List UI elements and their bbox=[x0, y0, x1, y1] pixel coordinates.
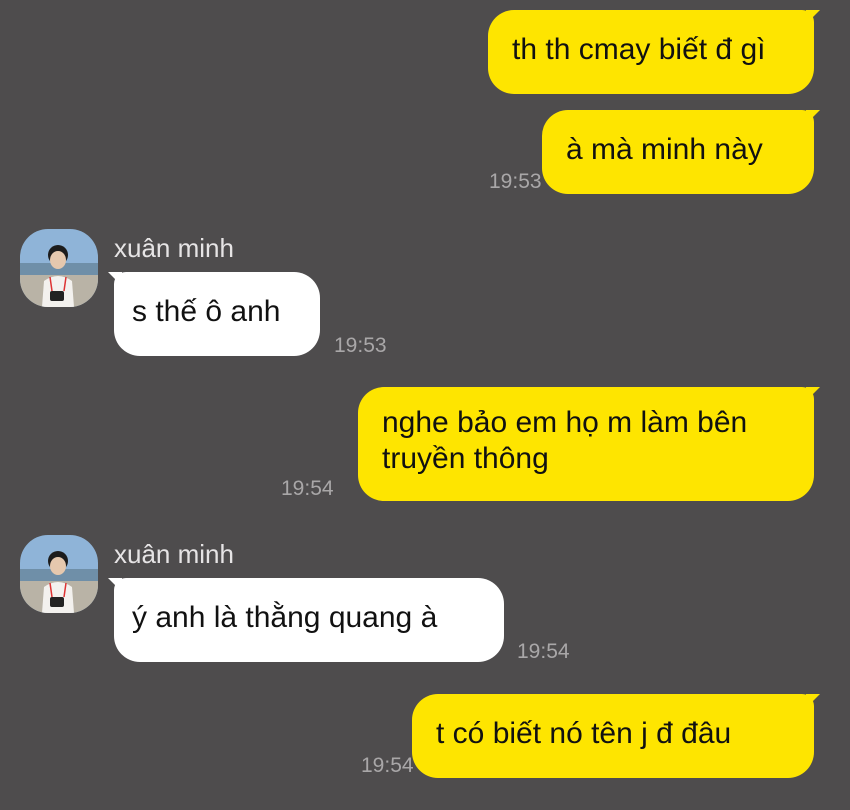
outgoing-message-bubble[interactable]: à mà minh này bbox=[542, 110, 820, 194]
outgoing-message-bubble[interactable]: nghe bảo em họ m làm bên truyền thông bbox=[358, 387, 820, 501]
bubble-tail bbox=[806, 387, 820, 401]
message-text: th th cmay biết đ gì bbox=[512, 33, 766, 66]
message-timestamp: 19:53 bbox=[489, 170, 542, 193]
bubble-tail bbox=[108, 272, 122, 286]
message-text: nghe bảo em họ m làm bên truyền thông bbox=[382, 406, 748, 475]
incoming-message-bubble[interactable]: ý anh là thằng quang à bbox=[108, 578, 504, 662]
bubble-tail bbox=[806, 10, 820, 24]
message-text: à mà minh này bbox=[566, 133, 763, 166]
message-text: s thế ô anh bbox=[132, 295, 281, 328]
message-text: ý anh là thằng quang à bbox=[132, 601, 438, 634]
profile-photo-icon bbox=[20, 229, 98, 307]
sender-avatar[interactable] bbox=[20, 229, 98, 307]
incoming-message-bubble[interactable]: s thế ô anh bbox=[108, 272, 320, 356]
outgoing-message-bubble[interactable]: th th cmay biết đ gì bbox=[488, 10, 820, 94]
sender-name: xuân minh bbox=[114, 233, 234, 263]
bubble-tail bbox=[806, 694, 820, 708]
sender-name: xuân minh bbox=[114, 539, 234, 569]
sender-avatar[interactable] bbox=[20, 535, 98, 613]
message-timestamp: 19:54 bbox=[281, 477, 334, 500]
message-timestamp: 19:54 bbox=[517, 640, 570, 663]
outgoing-message-bubble[interactable]: t có biết nó tên j đ đâu bbox=[412, 694, 820, 778]
chat-conversation: th th cmay biết đ gì à mà minh này 19:53… bbox=[0, 0, 850, 810]
bubble-tail bbox=[108, 578, 122, 592]
profile-photo-icon bbox=[20, 535, 98, 613]
message-timestamp: 19:54 bbox=[361, 754, 414, 777]
message-timestamp: 19:53 bbox=[334, 334, 387, 357]
bubble-tail bbox=[806, 110, 820, 124]
message-text: t có biết nó tên j đ đâu bbox=[436, 717, 732, 750]
